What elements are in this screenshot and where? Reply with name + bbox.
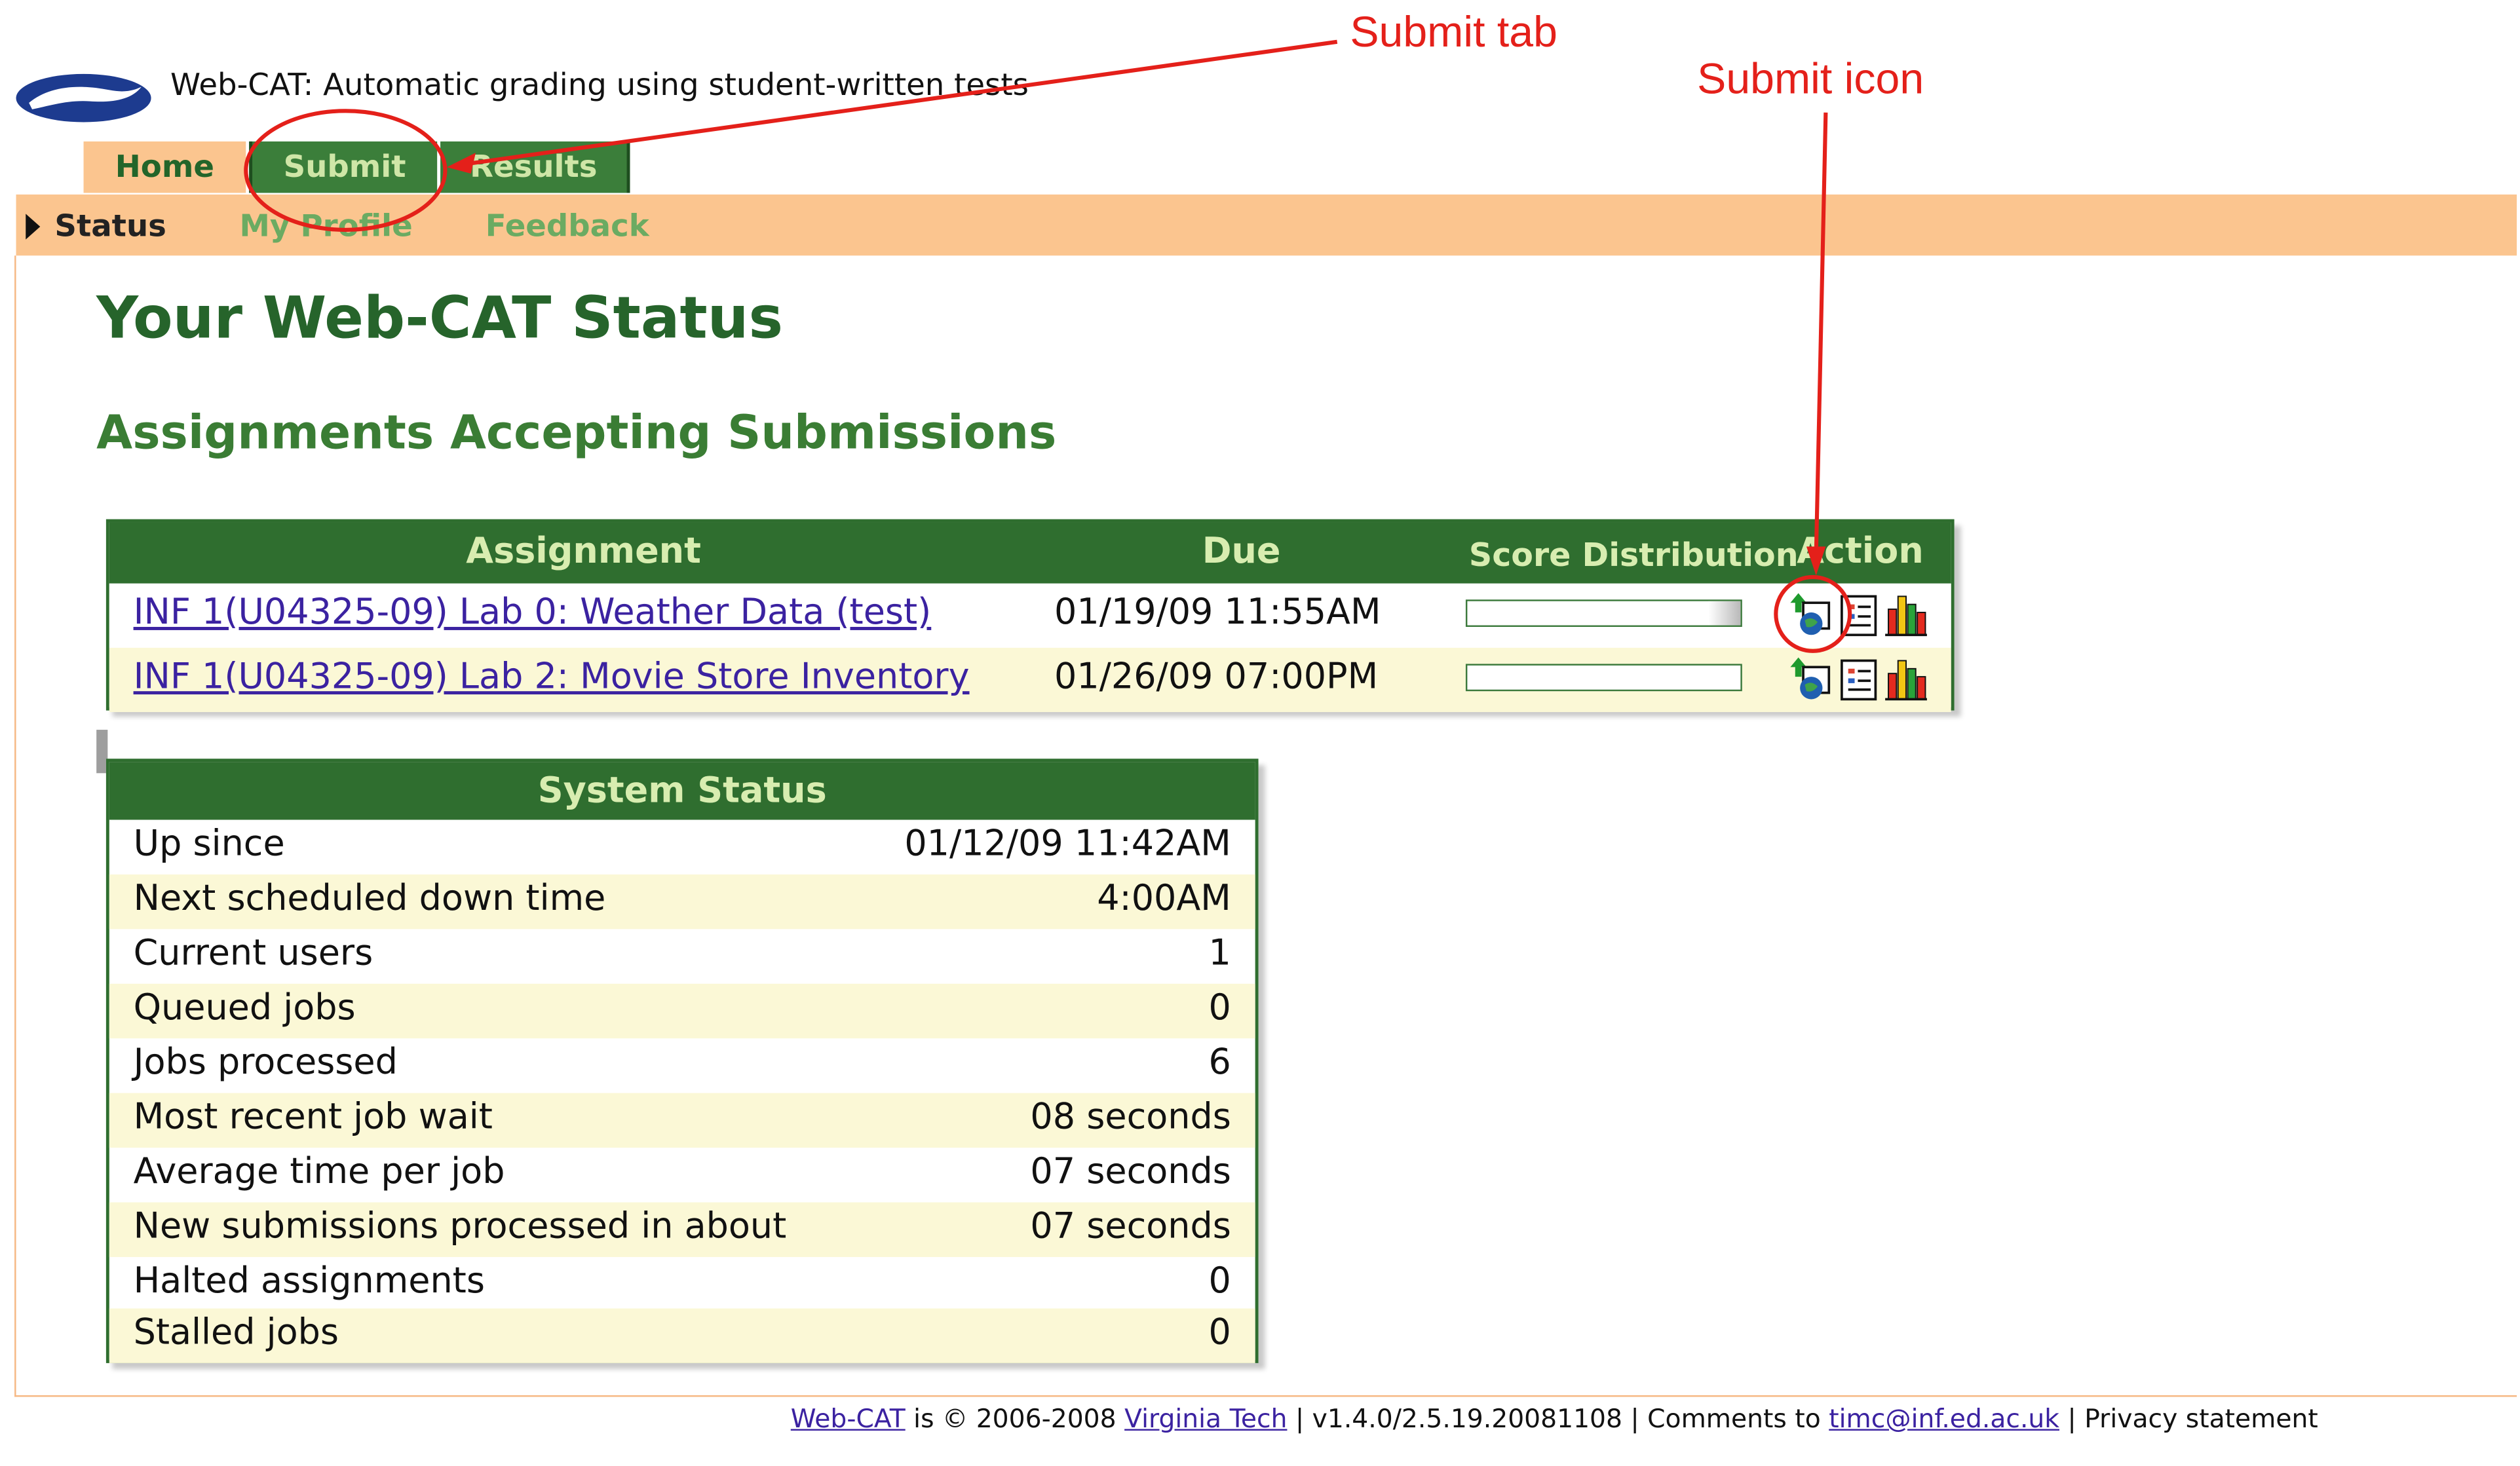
subnav-my-profile[interactable]: My Profile <box>239 209 412 244</box>
status-row: Up since 01/12/09 11:42AM <box>109 819 1255 874</box>
footer-virginia-tech-link[interactable]: Virginia Tech <box>1124 1403 1287 1434</box>
subnav-status[interactable]: Status <box>54 209 166 244</box>
status-row: Stalled jobs 0 <box>109 1308 1255 1363</box>
status-label: Current users <box>133 933 373 975</box>
triangle-right-icon <box>26 214 41 240</box>
footer-webcat-link[interactable]: Web-CAT <box>791 1403 906 1434</box>
column-header-due[interactable]: Due <box>1202 532 1281 572</box>
content-border-bottom <box>14 1395 2517 1397</box>
status-label: Average time per job <box>133 1152 505 1193</box>
status-label: Halted assignments <box>133 1262 485 1302</box>
chart-icon[interactable] <box>1884 654 1929 703</box>
status-label: Stalled jobs <box>133 1313 339 1354</box>
status-value: 6 <box>1208 1043 1231 1083</box>
status-row: Next scheduled down time 4:00AM <box>109 874 1255 930</box>
content-border-left <box>14 255 16 1397</box>
status-row: Most recent job wait 08 seconds <box>109 1093 1255 1148</box>
status-value: 07 seconds <box>1030 1152 1231 1193</box>
assignments-table-header: Assignment Due Score Distribution Action <box>109 522 1951 584</box>
system-status-header: System Status <box>109 762 1255 820</box>
status-value: 0 <box>1208 1313 1231 1354</box>
footer-version: | v1.4.0/2.5.19.20081108 | Comments to <box>1287 1403 1829 1434</box>
submit-icon-arrow <box>1814 112 1828 557</box>
due-date: 01/19/09 11:55AM <box>1054 593 1381 633</box>
status-row: Current users 1 <box>109 929 1255 983</box>
status-value: 01/12/09 11:42AM <box>904 824 1231 865</box>
status-label: Jobs processed <box>133 1043 398 1083</box>
status-row: Halted assignments 0 <box>109 1257 1255 1311</box>
status-value: 0 <box>1208 1262 1231 1302</box>
footer: Web-CAT is © 2006-2008 Virginia Tech | v… <box>791 1403 2318 1434</box>
sub-navigation: Status My Profile Feedback <box>16 194 2517 256</box>
tab-submit[interactable]: Submit <box>249 141 438 193</box>
footer-copyright: is © 2006-2008 <box>905 1403 1125 1434</box>
action-icons <box>1790 654 1928 703</box>
section-title: Assignments Accepting Submissions <box>96 405 1057 460</box>
due-date: 01/26/09 07:00PM <box>1054 657 1379 698</box>
assignment-link[interactable]: INF 1(U04325-09) Lab 0: Weather Data (te… <box>134 593 932 633</box>
footer-email-link[interactable]: timc@inf.ed.ac.uk <box>1829 1403 2059 1434</box>
status-label: Next scheduled down time <box>133 879 606 920</box>
status-row: New submissions processed in about 07 se… <box>109 1202 1255 1257</box>
assignment-link[interactable]: INF 1(U04325-09) Lab 2: Movie Store Inve… <box>134 658 970 698</box>
status-row: Jobs processed 6 <box>109 1038 1255 1093</box>
status-value: 4:00AM <box>1097 879 1231 920</box>
action-icons <box>1790 590 1928 639</box>
app-title: Web-CAT: Automatic grading using student… <box>170 67 1029 103</box>
status-label: New submissions processed in about <box>133 1207 787 1248</box>
page-title: Your Web-CAT Status <box>96 286 784 352</box>
submit-tab-annotation: Submit tab <box>1350 8 1557 56</box>
submit-icon[interactable] <box>1790 654 1835 703</box>
submit-icon[interactable] <box>1790 590 1835 639</box>
score-distribution-fill <box>1708 601 1741 626</box>
assignments-table: Assignment Due Score Distribution Action… <box>105 519 1955 713</box>
status-row: Queued jobs 0 <box>109 983 1255 1039</box>
subnav-feedback[interactable]: Feedback <box>486 209 649 244</box>
system-status-table: System Status Up since 01/12/09 11:42AM … <box>105 759 1259 1363</box>
status-label: Queued jobs <box>133 988 356 1029</box>
report-icon[interactable] <box>1837 590 1882 639</box>
tab-home[interactable]: Home <box>83 141 246 193</box>
score-distribution-bar <box>1465 664 1742 692</box>
status-row: Average time per job 07 seconds <box>109 1148 1255 1202</box>
status-value: 07 seconds <box>1030 1207 1231 1248</box>
table-row: INF 1(U04325-09) Lab 0: Weather Data (te… <box>109 583 1951 648</box>
status-value: 0 <box>1208 988 1231 1029</box>
column-header-action: Action <box>1797 532 1924 573</box>
webcat-logo[interactable] <box>13 67 155 128</box>
report-icon[interactable] <box>1837 654 1882 703</box>
tab-results[interactable]: Results <box>440 141 630 193</box>
column-header-score-distribution: Score Distribution <box>1468 535 1799 574</box>
system-status-title: System Status <box>537 771 827 812</box>
column-header-assignment[interactable]: Assignment <box>466 532 701 572</box>
status-value: 1 <box>1208 933 1231 975</box>
status-label: Up since <box>133 824 285 865</box>
status-label: Most recent job wait <box>133 1098 493 1138</box>
status-value: 08 seconds <box>1030 1098 1231 1138</box>
table-row: INF 1(U04325-09) Lab 2: Movie Store Inve… <box>109 647 1951 713</box>
score-distribution-bar <box>1465 599 1742 628</box>
chart-icon[interactable] <box>1884 590 1929 639</box>
footer-privacy[interactable]: | Privacy statement <box>2059 1403 2318 1434</box>
submit-icon-annotation: Submit icon <box>1697 54 1924 103</box>
